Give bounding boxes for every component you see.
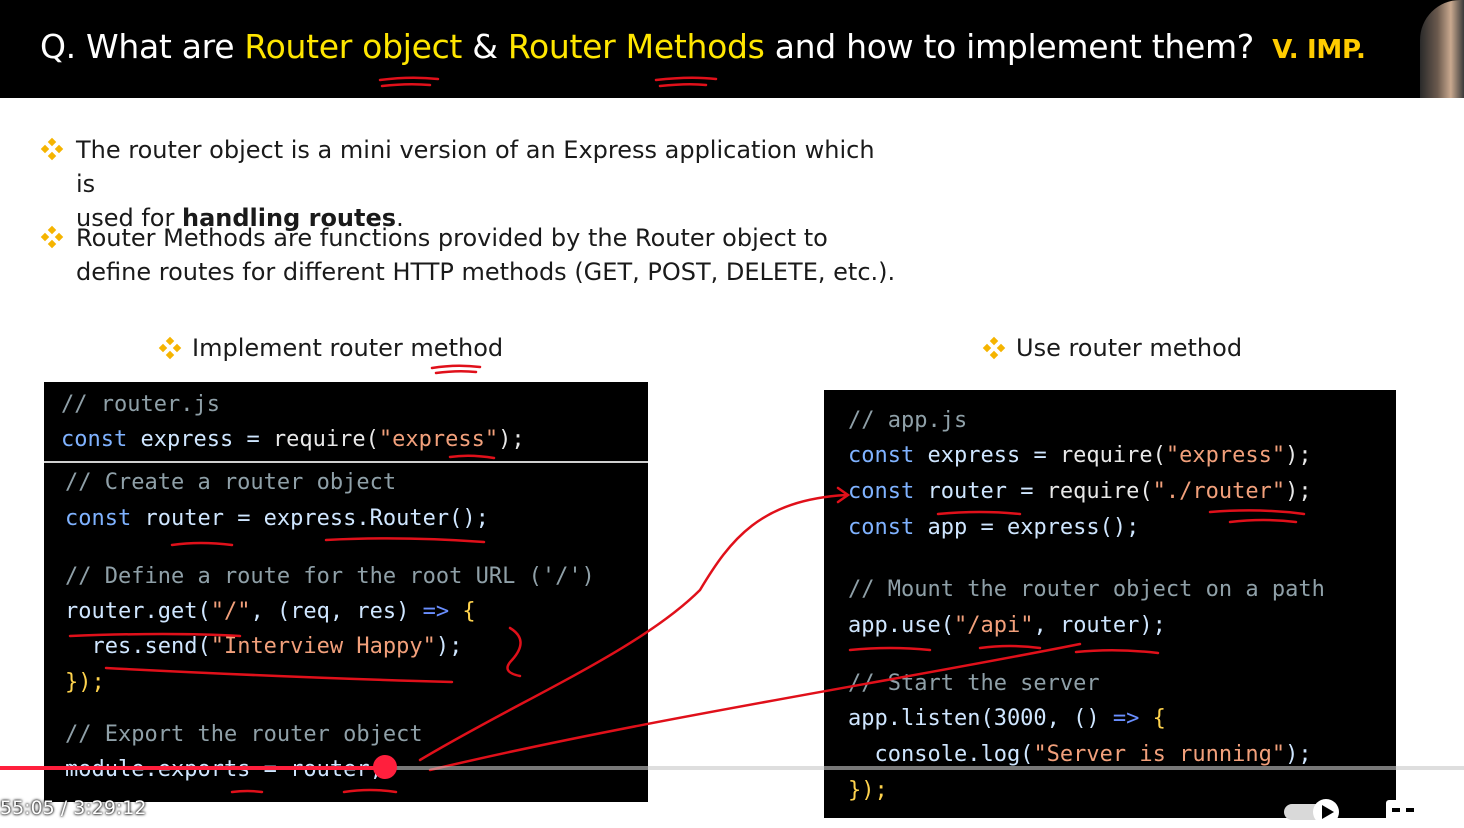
bullet-router-object: The router object is a mini version of a… xyxy=(40,133,900,235)
code-text: app.use( xyxy=(848,613,954,638)
bullet-text: Router Methods are functions provided by… xyxy=(76,221,895,289)
captions-icon[interactable] xyxy=(1384,798,1424,824)
code-string: "express" xyxy=(1165,443,1286,468)
code-line: const router = express.Router(); xyxy=(65,506,489,531)
title-amp: & xyxy=(462,27,508,66)
bullet-text: The router object is a mini version of a… xyxy=(76,133,900,235)
code-text: ); xyxy=(1285,742,1312,767)
autoplay-toggle[interactable] xyxy=(1282,798,1342,825)
slide-title: Q. What are Router object & Router Metho… xyxy=(40,27,1366,66)
progress-fill xyxy=(0,766,385,770)
progress-scrubber[interactable] xyxy=(373,755,397,779)
code-identifier: express = xyxy=(127,427,273,452)
code-comment: // Start the server xyxy=(848,671,1100,696)
code-comment: // app.js xyxy=(848,408,968,433)
code-arrow: => xyxy=(422,599,450,624)
code-text: res.send( xyxy=(65,634,211,659)
code-text: router.get( xyxy=(65,599,211,624)
diamond-bullet-icon xyxy=(158,336,182,360)
code-identifier: express = xyxy=(914,443,1060,468)
code-string: "/" xyxy=(210,599,251,624)
code-text: app.listen(3000, () xyxy=(848,706,1113,731)
header-bar: Q. What are Router object & Router Metho… xyxy=(0,0,1464,98)
diamond-bullet-icon xyxy=(40,225,64,289)
code-punct: ); xyxy=(498,427,525,452)
code-line: console.log("Server is running"); xyxy=(848,742,1312,767)
title-term-router-object: Router object xyxy=(244,27,463,66)
bullet-line: The router object is a mini version of a… xyxy=(76,136,875,198)
time-display: 55:05 / 3:29:12 xyxy=(0,797,147,819)
code-text: , (req, res) xyxy=(250,599,423,624)
code-brace: { xyxy=(1139,706,1166,731)
presenter-thumbnail xyxy=(1420,0,1464,98)
code-line: const app = express(); xyxy=(848,515,1139,540)
code-line: }); xyxy=(65,670,105,695)
title-suffix: and how to implement them? xyxy=(764,27,1265,66)
underline-mark xyxy=(434,369,478,375)
code-keyword: const xyxy=(848,515,915,540)
title-prefix: Q. What are xyxy=(40,27,245,66)
title-term-router-methods: Router Methods xyxy=(507,27,765,66)
code-line: const express = require("express"); xyxy=(848,443,1312,468)
sublabel-text: Use router method xyxy=(1016,334,1243,362)
code-comment: // Export the router object xyxy=(65,722,423,747)
diamond-bullet-icon xyxy=(982,336,1006,360)
code-string: "Interview Happy" xyxy=(210,634,436,659)
code-panel-app-js: // app.js const express = require("expre… xyxy=(824,390,1396,818)
code-panel-router-js: // router.js const express = require("ex… xyxy=(44,382,648,802)
code-identifier: router = xyxy=(914,479,1047,504)
code-call: require( xyxy=(1046,479,1153,504)
code-string: "Server is running" xyxy=(1033,742,1286,767)
code-call: require( xyxy=(272,427,379,452)
code-line: app.listen(3000, () => { xyxy=(848,706,1166,731)
label-use-router-method: Use router method xyxy=(982,334,1242,362)
code-line: app.use("/api", router); xyxy=(848,613,1166,638)
code-punct: ); xyxy=(1285,479,1312,504)
code-call: require( xyxy=(1059,443,1166,468)
code-text: app = express(); xyxy=(914,515,1140,540)
code-brace: { xyxy=(449,599,476,624)
code-text: console.log( xyxy=(848,742,1034,767)
code-line: const router = require("./router"); xyxy=(848,479,1312,504)
code-arrow: => xyxy=(1112,706,1140,731)
sublabel-text: Implement router method xyxy=(192,334,504,362)
code-keyword: const xyxy=(848,479,915,504)
underline-mark xyxy=(430,364,482,370)
code-punct: ); xyxy=(1285,443,1312,468)
bullet-router-methods: Router Methods are functions provided by… xyxy=(40,221,900,289)
code-line: res.send("Interview Happy"); xyxy=(65,634,462,659)
code-line: }); xyxy=(848,778,888,803)
importance-badge: V. IMP. xyxy=(1272,35,1366,65)
code-comment: // Define a route for the root URL ('/') xyxy=(65,564,595,589)
code-comment: // Mount the router object on a path xyxy=(848,577,1325,602)
code-text: router = express.Router(); xyxy=(131,506,489,531)
label-implement-router-method: Implement router method xyxy=(158,334,503,362)
code-divider xyxy=(44,461,648,463)
code-string: "./router" xyxy=(1152,479,1286,504)
code-keyword: const xyxy=(848,443,915,468)
code-line: router.get("/", (req, res) => { xyxy=(65,599,476,624)
bullet-line: Router Methods are functions provided by… xyxy=(76,224,828,252)
code-keyword: const xyxy=(61,427,128,452)
bullet-line: define routes for different HTTP methods… xyxy=(76,258,896,286)
code-keyword: const xyxy=(65,506,132,531)
code-comment: // router.js xyxy=(61,392,220,417)
code-line: const express = require("express"); xyxy=(61,427,525,452)
code-text: ); xyxy=(435,634,463,659)
code-string: "/api" xyxy=(953,613,1034,638)
code-string: "express" xyxy=(378,427,499,452)
code-comment: // Create a router object xyxy=(65,470,397,495)
code-text: , router); xyxy=(1033,613,1166,638)
